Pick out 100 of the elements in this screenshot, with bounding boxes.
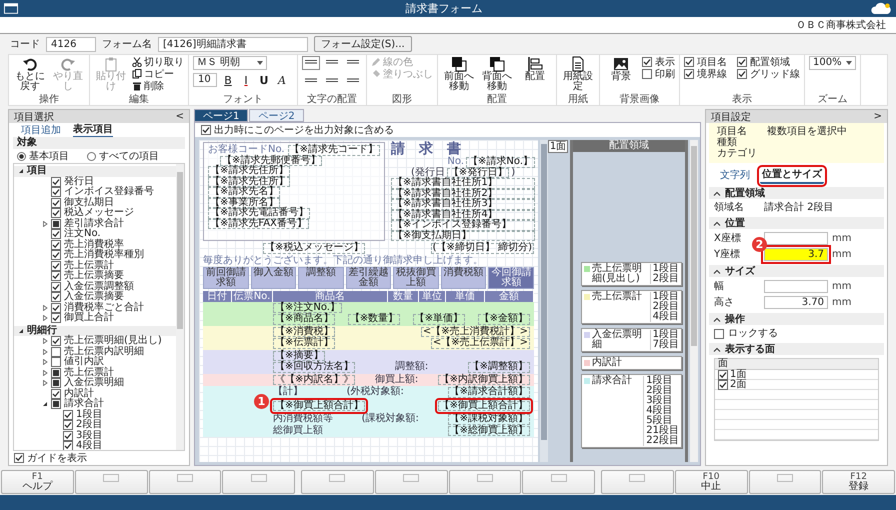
- checkbox[interactable]: [718, 370, 728, 380]
- tree-item[interactable]: 請求合計: [64, 399, 104, 410]
- number-field[interactable]: 3.7: [764, 248, 828, 261]
- dropdown[interactable]: 100%: [809, 56, 856, 70]
- form-field[interactable]: <【※売上消費税計】>: [420, 326, 530, 337]
- checkbox[interactable]: [63, 441, 73, 450]
- page-tab[interactable]: ページ1: [194, 109, 248, 122]
- collapse-icon[interactable]: [18, 168, 24, 174]
- form-field[interactable]: 【※請求先FAX番号】: [208, 218, 309, 229]
- checkbox[interactable]: [51, 271, 61, 282]
- scrollbar[interactable]: [690, 140, 698, 462]
- form-field[interactable]: 【※請求合計額】: [448, 387, 530, 398]
- collapse-button[interactable]: <: [176, 111, 184, 122]
- tree-item[interactable]: 税込メッセージ: [64, 208, 134, 218]
- chevron-up-icon[interactable]: [713, 220, 721, 226]
- function-key[interactable]: F1 ヘルプ: [1, 470, 74, 494]
- format-button[interactable]: B: [221, 73, 235, 87]
- area-callout[interactable]: 売上伝票明細(見出し) 1段目 2段目: [581, 262, 682, 286]
- form-field[interactable]: 【※総御買上額】: [448, 426, 530, 436]
- checkbox[interactable]: [684, 69, 694, 79]
- area-callout[interactable]: 入金伝票明細 1段目 7段目: [581, 328, 682, 352]
- expand-icon[interactable]: [42, 304, 48, 311]
- checkbox[interactable]: [642, 69, 652, 79]
- chevron-up-icon[interactable]: [713, 316, 721, 322]
- checkbox[interactable]: [51, 260, 61, 271]
- tree-item[interactable]: 売上消費税率種別: [64, 250, 144, 260]
- area-callout[interactable]: 売上伝票計 1段目 2段目 4段目: [581, 290, 682, 324]
- form-field[interactable]: 【※請求先電話番号】: [208, 208, 310, 218]
- tree-item[interactable]: 4段目: [76, 441, 102, 450]
- form-field[interactable]: 【※インボイス登録番号】: [391, 220, 535, 230]
- toolbar-button[interactable]: 削除: [132, 80, 184, 92]
- checkbox[interactable]: [51, 282, 61, 292]
- expand-icon[interactable]: [42, 315, 48, 322]
- format-button[interactable]: A: [275, 73, 289, 87]
- tree-item[interactable]: 御買上合計: [64, 313, 114, 324]
- radio-button[interactable]: [17, 152, 26, 160]
- form-field[interactable]: 【※請求先住所】: [208, 176, 290, 187]
- toolbar-button[interactable]: もとに戻す: [13, 56, 47, 92]
- collapse-icon[interactable]: [42, 401, 48, 408]
- tree-item[interactable]: 1段目: [76, 410, 102, 420]
- function-key[interactable]: F12 登録: [822, 470, 895, 494]
- checkbox[interactable]: [737, 57, 747, 67]
- tree-item[interactable]: 御支払期日: [64, 198, 114, 208]
- expand-icon[interactable]: [42, 338, 48, 344]
- form-field[interactable]: 【※御買上額合計】: [273, 400, 366, 411]
- tree-item[interactable]: 発行日: [64, 176, 94, 187]
- form-field[interactable]: 【※伝票計】: [273, 338, 336, 348]
- form-field[interactable]: 【※商品名】: [273, 314, 336, 324]
- scrollbar[interactable]: [540, 140, 548, 462]
- tree-item[interactable]: 消費税率ごと合計: [64, 302, 144, 313]
- form-field[interactable]: 【※請求書自社住所1】: [391, 178, 535, 188]
- tree-item[interactable]: 3段目: [76, 430, 102, 441]
- checkbox[interactable]: [63, 420, 73, 430]
- form-field[interactable]: 【※請求書自社住所4】: [391, 210, 535, 220]
- area-callout[interactable]: 内訳計: [581, 356, 682, 370]
- toolbar-button[interactable]: 前面へ移動: [442, 56, 476, 92]
- form-field[interactable]: 【※数量】: [348, 314, 400, 324]
- tree-item[interactable]: 売上伝票内訳明細: [64, 346, 144, 357]
- form-field[interactable]: 【※請求先住所】: [208, 166, 290, 176]
- number-field[interactable]: [764, 280, 828, 293]
- form-field[interactable]: 【※請求先名】: [208, 187, 280, 198]
- form-field[interactable]: 【※税込メッセージ】: [263, 243, 366, 254]
- format-button[interactable]: I: [239, 73, 253, 87]
- function-key[interactable]: F10 中止: [674, 470, 748, 494]
- align-button[interactable]: [302, 56, 320, 70]
- checkbox[interactable]: [14, 453, 24, 463]
- checkbox[interactable]: [642, 57, 652, 67]
- tree-group[interactable]: 明細行: [27, 326, 57, 336]
- expand-icon[interactable]: [42, 370, 48, 376]
- checkbox[interactable]: [51, 388, 61, 399]
- tree-item[interactable]: 入金伝票明細: [64, 378, 124, 388]
- form-name-field[interactable]: [4126]明細請求書: [158, 36, 308, 52]
- format-button[interactable]: U: [257, 73, 271, 87]
- dropdown[interactable]: ＭＳ 明朝: [193, 56, 267, 70]
- checkbox[interactable]: [51, 302, 61, 313]
- tree-item[interactable]: 値引内訳: [64, 357, 104, 368]
- form-field[interactable]: 【※御支払期日】: [391, 230, 535, 241]
- tree-item[interactable]: 注文No.: [64, 229, 101, 240]
- collapse-icon[interactable]: [18, 328, 24, 334]
- tree-item[interactable]: 2段目: [76, 420, 102, 430]
- tab[interactable]: 項目追加: [21, 123, 61, 137]
- form-field[interactable]: 【※注文No.】: [273, 302, 342, 313]
- checkbox[interactable]: [63, 410, 73, 420]
- checkbox[interactable]: [51, 346, 61, 357]
- radio-button[interactable]: [87, 152, 96, 160]
- form-field[interactable]: 【※単価】: [412, 314, 466, 324]
- checkbox[interactable]: [51, 187, 61, 198]
- form-field[interactable]: <【※売上伝票計】>: [430, 338, 530, 348]
- form-field[interactable]: 【※発行日】: [446, 168, 510, 178]
- tab[interactable]: 文字列: [718, 169, 752, 183]
- checkbox[interactable]: [201, 125, 211, 135]
- checkbox[interactable]: [51, 292, 61, 302]
- toolbar-button[interactable]: 切り取り: [132, 56, 184, 68]
- form-field[interactable]: 【※摘要】: [273, 350, 326, 361]
- font-size-field[interactable]: 10: [193, 73, 217, 87]
- form-field[interactable]: 【※消費税】: [273, 326, 336, 337]
- form-field[interactable]: 【※請求No.】: [466, 157, 535, 168]
- checkbox[interactable]: [684, 57, 694, 67]
- expand-icon[interactable]: [42, 220, 48, 227]
- form-field[interactable]: 【※調整額】: [468, 362, 530, 372]
